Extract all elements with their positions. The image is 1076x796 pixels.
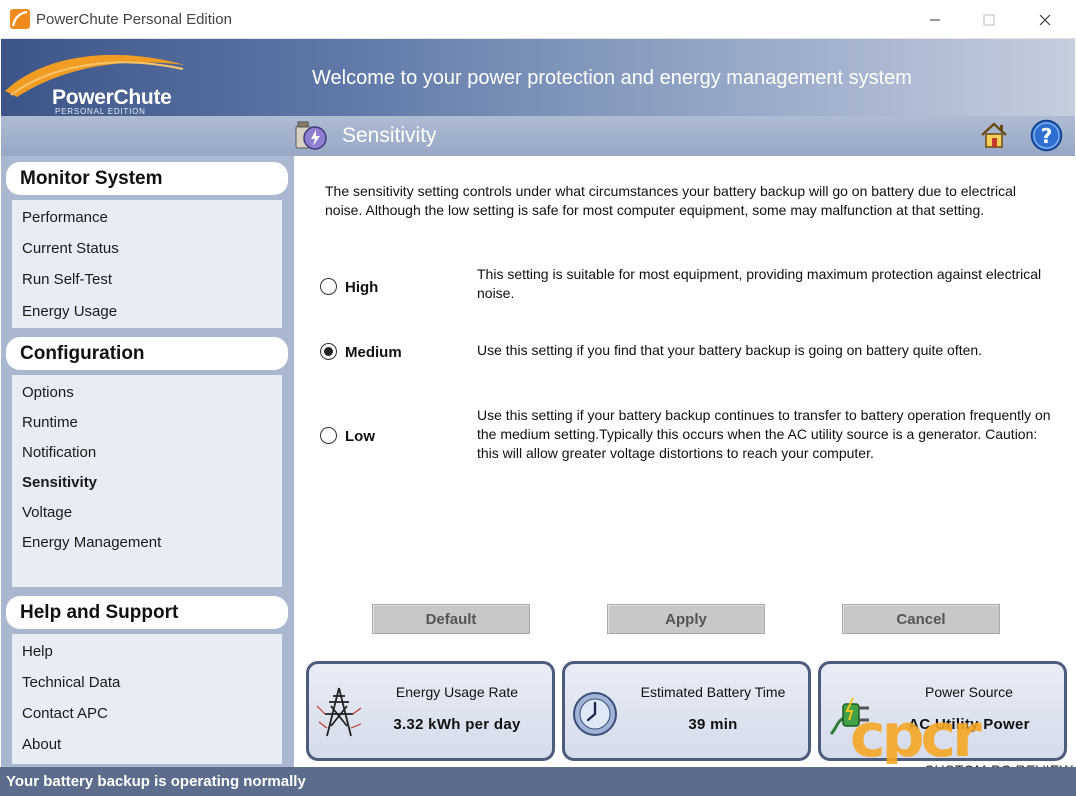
sidebar-item-options[interactable]: Options: [22, 384, 74, 401]
sidebar-item-contact-apc[interactable]: Contact APC: [22, 705, 108, 722]
sidebar-item-notification[interactable]: Notification: [22, 444, 96, 461]
title-bar: PowerChute Personal Edition: [0, 0, 1076, 39]
apply-button[interactable]: Apply: [607, 604, 765, 634]
card-title: Energy Usage Rate: [395, 684, 519, 700]
welcome-text: Welcome to your power protection and ene…: [312, 67, 912, 89]
status-text: Your battery backup is operating normall…: [6, 773, 306, 790]
watermark-logo-icon: cpcr: [850, 702, 986, 764]
clock-icon: [573, 692, 617, 736]
home-button[interactable]: [979, 120, 1009, 150]
maximize-button[interactable]: [966, 0, 1012, 39]
sidebar-item-sensitivity[interactable]: Sensitivity: [22, 474, 97, 491]
app-icon: [10, 9, 30, 29]
sidebar-item-runtime[interactable]: Runtime: [22, 414, 78, 431]
sidebar: Monitor System Performance Current Statu…: [1, 156, 294, 767]
cancel-button[interactable]: Cancel: [842, 604, 1000, 634]
card-value: 3.32 kWh per day: [393, 716, 521, 733]
sidebar-item-technical-data[interactable]: Technical Data: [22, 674, 120, 691]
sidebar-group-monitor-system: Monitor System: [6, 162, 288, 195]
option-desc-low: Use this setting if your battery backup …: [477, 407, 1051, 461]
minimize-icon: [930, 19, 940, 20]
maximize-icon: [983, 14, 995, 25]
intro-text: The sensitivity setting controls under w…: [325, 183, 1016, 218]
logo-edition: PERSONAL EDITION: [55, 107, 146, 116]
radio-low[interactable]: [320, 427, 337, 444]
card-estimated-battery-time: Estimated Battery Time 39 min: [562, 661, 811, 761]
banner: PowerChute PERSONAL EDITION Welcome to y…: [1, 39, 1075, 116]
card-title: Power Source: [925, 684, 1013, 700]
sensitivity-icon: [295, 121, 327, 150]
section-title: Sensitivity: [342, 124, 437, 147]
powerchute-logo: PowerChute PERSONAL EDITION: [3, 41, 193, 116]
sidebar-item-run-self-test[interactable]: Run Self-Test: [22, 271, 112, 288]
sidebar-item-voltage[interactable]: Voltage: [22, 504, 72, 521]
option-desc-high: This setting is suitable for most equipm…: [477, 266, 1042, 301]
close-button[interactable]: [1022, 0, 1068, 39]
radio-medium[interactable]: [320, 343, 337, 360]
close-icon: [1039, 14, 1051, 25]
power-tower-icon: [316, 687, 362, 737]
card-value: 39 min: [688, 716, 738, 733]
default-button[interactable]: Default: [372, 604, 530, 634]
status-bar: Your battery backup is operating normall…: [0, 767, 1076, 796]
option-desc-medium: Use this setting if you find that your b…: [477, 342, 983, 358]
section-header: Sensitivity ?: [1, 116, 1075, 156]
sidebar-item-energy-management[interactable]: Energy Management: [22, 534, 161, 551]
minimize-button[interactable]: [912, 0, 958, 39]
svg-text:cpcr: cpcr: [850, 702, 982, 764]
sidebar-group-help-and-support: Help and Support: [6, 596, 288, 629]
option-label-medium[interactable]: Medium: [345, 344, 402, 361]
card-title: Estimated Battery Time: [640, 684, 786, 700]
sidebar-item-performance[interactable]: Performance: [22, 209, 108, 226]
radio-high[interactable]: [320, 278, 337, 295]
option-label-high[interactable]: High: [345, 279, 378, 296]
card-energy-usage-rate: Energy Usage Rate 3.32 kWh per day: [306, 661, 555, 761]
sidebar-group-configuration: Configuration: [6, 337, 288, 370]
help-icon: ?: [1030, 119, 1063, 152]
main-content: The sensitivity setting controls under w…: [294, 156, 1075, 767]
sidebar-item-current-status[interactable]: Current Status: [22, 240, 119, 257]
option-label-low[interactable]: Low: [345, 428, 375, 445]
sidebar-item-help[interactable]: Help: [22, 643, 53, 660]
window-title: PowerChute Personal Edition: [36, 11, 232, 28]
home-icon: [981, 122, 1007, 148]
help-button[interactable]: ?: [1030, 119, 1063, 152]
svg-text:?: ?: [1041, 124, 1053, 148]
sidebar-item-energy-usage[interactable]: Energy Usage: [22, 303, 117, 320]
sidebar-item-about[interactable]: About: [22, 736, 61, 753]
